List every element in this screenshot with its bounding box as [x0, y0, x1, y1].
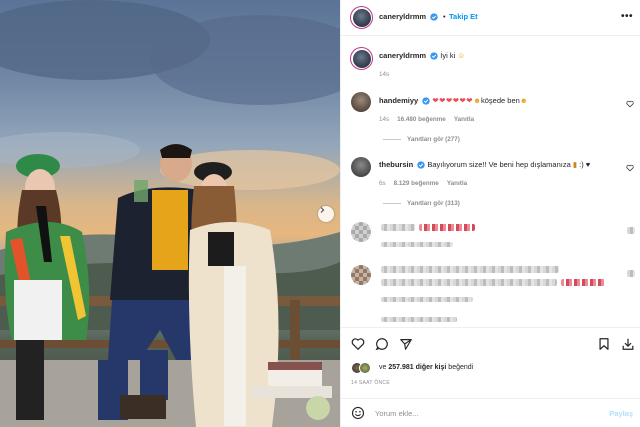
comment-avatar[interactable]: [351, 157, 371, 177]
blurred-comment-text: [419, 224, 475, 231]
chevron-right-icon: [320, 207, 325, 213]
blurred-avatar: [351, 265, 371, 285]
verified-badge-icon: [422, 97, 430, 105]
comment-username[interactable]: handemiyy: [379, 96, 418, 105]
author-avatar[interactable]: [350, 6, 373, 29]
blurred-comment-text: [381, 266, 559, 273]
comment-icon[interactable]: [375, 337, 389, 351]
liker-avatar[interactable]: [359, 362, 371, 374]
blurred-heart: [627, 270, 635, 277]
blurred-comment-text: [381, 279, 557, 286]
author-username-link[interactable]: caneryldrmm: [379, 12, 438, 21]
comment-meta: 14s 16.480 beğenme Yanıtla: [379, 116, 474, 123]
photo-scene: [0, 0, 340, 427]
comment-text: Bayılıyorum size!! Ve beni hep dışlamanı…: [427, 160, 571, 169]
post-actions: ve 257.981 diğer kişi beğendi 14 SAAT ÖN…: [341, 327, 640, 425]
comment-likes[interactable]: 16.480 beğenme: [397, 116, 446, 123]
comment-meta: 6s 8.129 beğenme Yanıtla: [379, 180, 467, 187]
comment-hearts: ❤❤❤❤❤❤: [432, 96, 474, 105]
download-icon[interactable]: [621, 337, 635, 351]
comment-2: thebursin Bayılıyorum size!! Ve beni hep…: [379, 160, 590, 169]
post-time-ago[interactable]: 14 SAAT ÖNCE: [351, 380, 390, 386]
blurred-avatar: [351, 222, 371, 242]
view-replies-button[interactable]: Yanıtları gör (313): [383, 200, 460, 207]
caption: caneryldrmm İyi ki ☺: [379, 51, 465, 60]
comment-1: handemiyy ❤❤❤❤❤❤☻köşede ben☻: [379, 96, 528, 105]
blurred-username: [381, 224, 415, 231]
likes-suffix: beğendi: [448, 364, 474, 371]
likes-count[interactable]: 257.981 diğer kişi: [388, 364, 446, 371]
header-separator: •: [443, 12, 446, 21]
blurred-emoji-text: [561, 279, 605, 286]
likes-prefix: ve: [379, 364, 387, 371]
caption-time: 14s: [379, 71, 390, 78]
comment-text: köşede ben: [481, 96, 520, 105]
comment-input[interactable]: Yorum ekle...: [375, 409, 419, 418]
more-options-button[interactable]: •••: [621, 11, 633, 22]
send-icon[interactable]: [399, 337, 413, 351]
post-header: caneryldrmm • Takip Et •••: [341, 0, 640, 36]
verified-badge-icon: [417, 161, 425, 169]
caption-text: İyi ki: [440, 51, 456, 60]
caption-username[interactable]: caneryldrmm: [379, 51, 426, 60]
heart-icon[interactable]: [351, 337, 365, 351]
comment-likes[interactable]: 8.129 beğenme: [394, 180, 439, 187]
blurred-meta: [381, 297, 473, 302]
next-image-button[interactable]: [318, 206, 334, 222]
comment-time: 6s: [379, 180, 386, 187]
grin-emoji: ☻: [473, 96, 481, 105]
author-username[interactable]: caneryldrmm: [379, 12, 426, 21]
verified-badge-icon: [430, 52, 438, 60]
heart-icon[interactable]: [626, 164, 634, 172]
verified-badge-icon: [430, 13, 438, 21]
comment-time: 14s: [379, 116, 390, 123]
bookmark-icon[interactable]: [597, 337, 611, 351]
grin-emoji: ☻: [519, 96, 528, 105]
likes-summary[interactable]: ve 257.981 diğer kişi beğendi: [379, 364, 473, 371]
emoji-icon[interactable]: [351, 406, 365, 420]
blurred-heart: [627, 227, 635, 234]
view-replies-button[interactable]: Yanıtları gör (277): [383, 136, 460, 143]
caption-avatar[interactable]: [350, 47, 373, 70]
heart-icon[interactable]: [626, 100, 634, 108]
blurred-replies: [381, 317, 457, 322]
blurred-meta: [381, 242, 453, 247]
reply-button[interactable]: Yanıtla: [447, 180, 467, 187]
comment-username[interactable]: thebursin: [379, 160, 413, 169]
follow-button[interactable]: Takip Et: [449, 12, 478, 21]
comment-text-suffix: :) ♥: [579, 160, 591, 169]
post-details-panel: caneryldrmm • Takip Et ••• caneryldrmm İ…: [340, 0, 640, 427]
comment-avatar[interactable]: [351, 92, 371, 112]
drink-emoji: ▮: [572, 160, 578, 169]
post-comment-button[interactable]: Paylaş: [609, 409, 633, 418]
add-comment-bar: Yorum ekle... Paylaş: [341, 398, 640, 426]
reply-button[interactable]: Yanıtla: [454, 116, 474, 123]
caption-emoji: ☺: [457, 51, 466, 60]
post-photo[interactable]: [0, 0, 340, 427]
